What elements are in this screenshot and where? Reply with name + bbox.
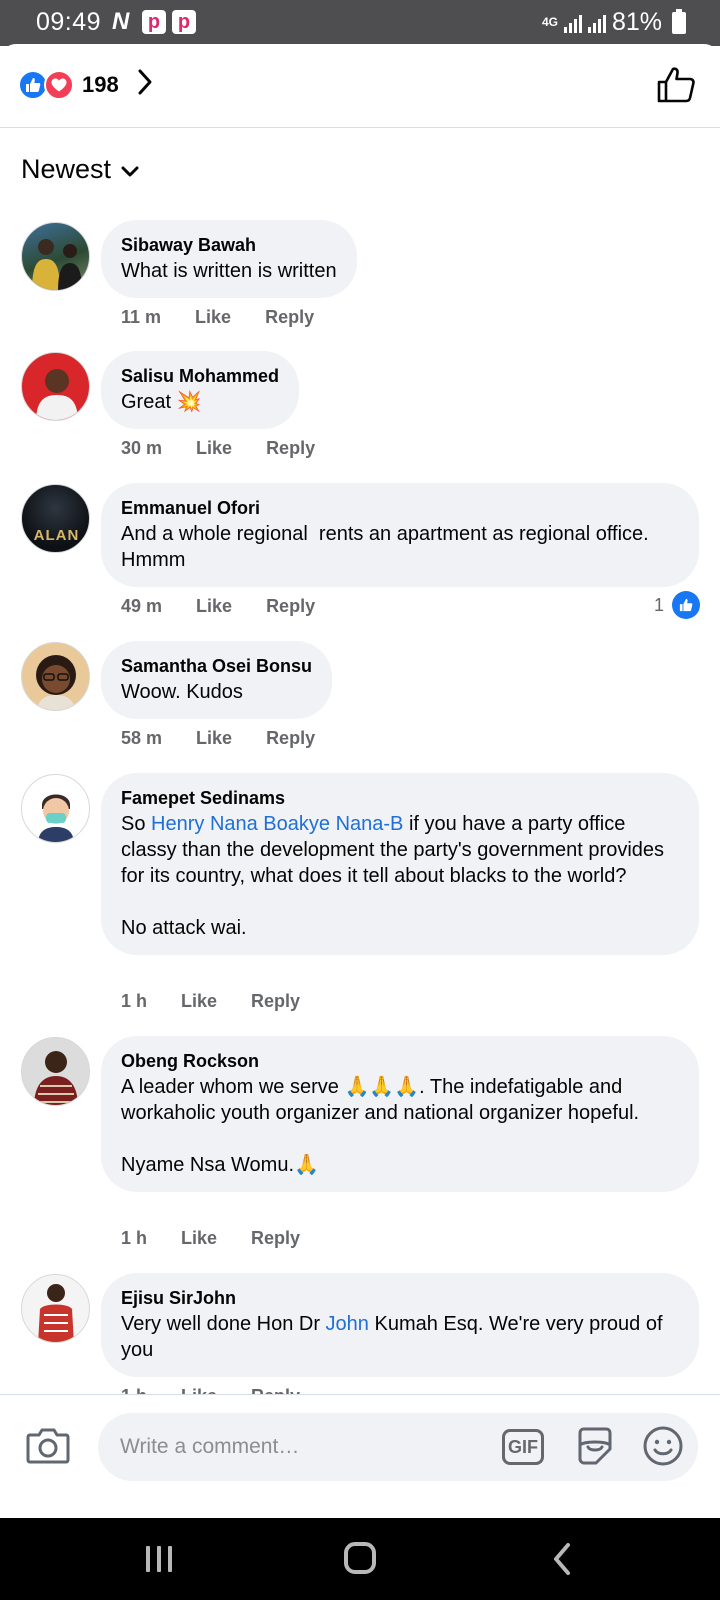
chevron-right-icon (137, 68, 153, 101)
avatar-logo-text: ALAN (33, 527, 80, 544)
status-time: 09:49 (36, 8, 102, 36)
like-link[interactable]: Like (181, 991, 217, 1012)
avatar[interactable] (21, 642, 90, 711)
like-link[interactable]: Like (181, 1228, 217, 1249)
mention-link[interactable]: Henry Nana Boakye Nana-B (151, 813, 403, 835)
like-link[interactable]: Like (195, 307, 231, 328)
comment-time: 58 m (121, 728, 163, 748)
battery-percent: 81% (611, 8, 662, 36)
comment-actions: 49 m Like Reply (121, 596, 349, 617)
mention-link[interactable]: John (326, 1313, 369, 1335)
comment-bubble[interactable]: Samantha Osei Bonsu Woow. Kudos (101, 641, 333, 719)
comment-time: 1 h (121, 1228, 148, 1248)
comment-time: 11 m (121, 307, 162, 327)
reply-link[interactable]: Reply (266, 596, 315, 617)
sort-dropdown[interactable]: Newest (21, 154, 139, 185)
comment-reaction-number: 1 (653, 594, 664, 615)
status-right: 4G 81% (542, 8, 686, 37)
like-link[interactable]: Like (196, 596, 232, 617)
avatar[interactable] (21, 352, 90, 421)
gif-button[interactable]: GIF (502, 1429, 544, 1465)
reply-link[interactable]: Reply (266, 438, 315, 459)
comment-author[interactable]: Ejisu SirJohn (121, 1285, 679, 1311)
comment-actions: 58 m Like Reply (121, 728, 349, 749)
comment-actions: 1 h Like Reply (121, 991, 334, 1012)
avatar[interactable] (21, 1037, 90, 1106)
comment-author[interactable]: Samantha Osei Bonsu (121, 653, 312, 679)
comment-actions: 30 m Like Reply (121, 438, 349, 459)
comment-text: And a whole regional rents an apartment … (121, 523, 655, 571)
avatar[interactable] (21, 222, 90, 291)
thumbs-up-outline-icon[interactable] (656, 66, 696, 109)
comment-text: A leader whom we serve 🙏🙏🙏. The indefati… (121, 1076, 640, 1176)
sort-label: Newest (21, 154, 112, 184)
reply-link[interactable]: Reply (251, 991, 300, 1012)
network-type: 4G (541, 15, 558, 29)
like-link[interactable]: Like (196, 438, 232, 459)
reactions-header: 198 (0, 44, 720, 128)
p-app-icon-2: p (172, 10, 196, 34)
like-reaction-icon (672, 591, 700, 619)
like-link[interactable]: Like (196, 728, 232, 749)
avatar[interactable] (21, 774, 90, 843)
comment-text-start: So (121, 813, 152, 835)
reaction-count: 198 (82, 71, 119, 97)
comment-bubble[interactable]: Famepet Sedinams So Henry Nana Boakye Na… (101, 773, 699, 955)
comment-reaction-count[interactable]: 1 (654, 591, 700, 619)
camera-icon[interactable] (26, 1425, 70, 1470)
comment-author[interactable]: Obeng Rockson (121, 1048, 679, 1074)
comment-text: Great 💥 (121, 391, 202, 413)
back-button[interactable] (552, 1542, 572, 1581)
comment-author[interactable]: Salisu Mohammed (121, 363, 279, 389)
comment-bubble[interactable]: Ejisu SirJohn Very well done Hon Dr John… (101, 1273, 699, 1377)
comment-bubble[interactable]: Salisu Mohammed Great 💥 (101, 351, 300, 429)
comment-time: 1 h (121, 991, 148, 1011)
avatar[interactable] (21, 1274, 90, 1343)
comment-text: So Henry Nana Boakye Nana-B if you have … (121, 811, 679, 941)
battery-icon (672, 8, 686, 34)
comment-time: 30 m (121, 438, 163, 458)
comment-author[interactable]: Emmanuel Ofori (121, 495, 679, 521)
n-app-icon: N (112, 8, 130, 35)
sticker-icon[interactable] (574, 1425, 616, 1472)
system-nav-bar (0, 1518, 720, 1600)
comment-bubble[interactable]: Emmanuel Ofori And a whole regional rent… (101, 483, 699, 587)
reactions-summary[interactable]: 198 (18, 68, 153, 101)
reply-link[interactable]: Reply (251, 1228, 300, 1249)
signal-icon-2 (587, 13, 606, 33)
comment-time: 49 m (121, 596, 163, 616)
emoji-icon[interactable] (642, 1425, 684, 1472)
comment-text: Very well done Hon Dr John Kumah Esq. We… (121, 1311, 679, 1363)
comment-author[interactable]: Famepet Sedinams (121, 785, 679, 811)
comment-actions: 11 m Like Reply (121, 307, 348, 328)
comment-actions: 1 h Like Reply (121, 1228, 334, 1249)
comment-author[interactable]: Sibaway Bawah (121, 232, 337, 258)
comment-bubble[interactable]: Obeng Rockson A leader whom we serve 🙏🙏🙏… (101, 1036, 699, 1192)
recents-button[interactable] (146, 1546, 172, 1572)
love-reaction-icon (44, 69, 74, 100)
p-app-icon: p (142, 10, 166, 34)
avatar[interactable]: ALAN (21, 484, 90, 553)
reply-link[interactable]: Reply (265, 307, 314, 328)
comment-bubble[interactable]: Sibaway Bawah What is written is written (101, 220, 357, 298)
comment-text: What is written is written (121, 260, 337, 282)
comment-text-start: Very well done Hon Dr (121, 1313, 326, 1335)
status-bar: 09:49 N p p 4G 81% (0, 0, 720, 46)
signal-icon (563, 13, 582, 33)
chevron-down-icon (121, 154, 139, 185)
home-button[interactable] (344, 1542, 376, 1574)
reply-link[interactable]: Reply (266, 728, 315, 749)
comment-text: Woow. Kudos (121, 681, 243, 703)
comment-composer: GIF (0, 1394, 720, 1518)
